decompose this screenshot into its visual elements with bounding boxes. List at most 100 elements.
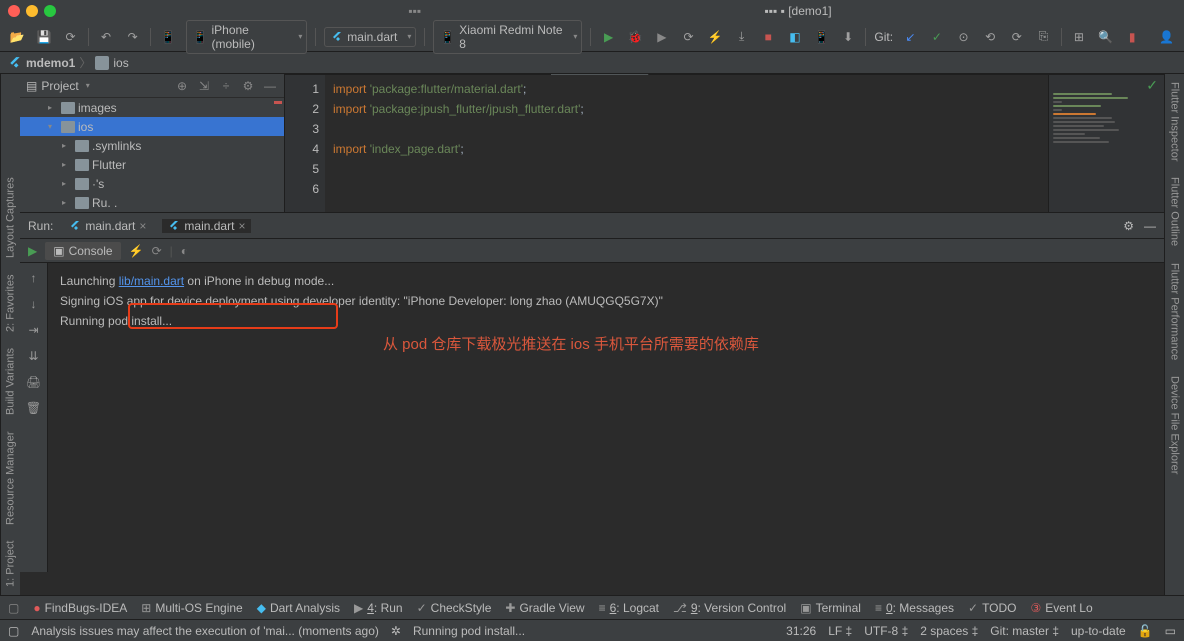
project-tree[interactable]: ▸images▾ios▸.symlinks▸Flutter▸·'s▸Ru. .▸… [20, 98, 284, 212]
device-select[interactable]: 📱iPhone (mobile) [186, 20, 308, 54]
trash-icon[interactable]: 🗑 [25, 399, 43, 417]
debug-icon[interactable]: 🐞 [626, 27, 645, 47]
git-update-icon[interactable]: ↙ [901, 27, 920, 47]
bottom-tab[interactable]: ✓CheckStyle [417, 601, 492, 615]
left-tab[interactable]: Layout Captures [3, 174, 19, 263]
git-commit-icon[interactable]: ✓ [928, 27, 947, 47]
run-tab-2[interactable]: main.dart× [162, 219, 251, 233]
stop-icon[interactable]: ■ [759, 27, 778, 47]
sync-icon[interactable]: ⟳ [61, 27, 80, 47]
console-output[interactable]: Launching lib/main.dart on iPhone in deb… [48, 263, 1164, 572]
git-branch[interactable]: Git: master ‡ [990, 624, 1059, 638]
minimize-window[interactable] [26, 5, 38, 17]
tree-item[interactable]: ▸.symlinks [20, 136, 284, 155]
wrap-icon[interactable]: ⇥ [25, 321, 43, 339]
bottom-left-icon[interactable]: ▢ [8, 601, 19, 615]
encoding[interactable]: UTF-8 ‡ [864, 624, 908, 638]
minimap[interactable]: ✓ [1048, 75, 1164, 212]
profile-icon[interactable]: ⟳ [679, 27, 698, 47]
run-icon[interactable]: ▶ [599, 27, 618, 47]
breadcrumb: mdemo1 〉 ios [0, 52, 1184, 74]
bottom-tab[interactable]: ●FindBugs-IDEA [33, 601, 127, 615]
collapse-icon[interactable]: ÷ [218, 78, 234, 94]
update-status[interactable]: up-to-date [1071, 624, 1126, 638]
run-config-select[interactable]: main.dart [324, 27, 416, 47]
device-select-2[interactable]: 📱Xiaomi Redmi Note 8 [433, 20, 582, 54]
git-revert-icon[interactable]: ⟳ [1007, 27, 1026, 47]
bottom-tab[interactable]: ≡6: Logcat [599, 601, 659, 615]
sdk-icon[interactable]: ⬇ [839, 27, 858, 47]
cursor-pos[interactable]: 31:26 [786, 624, 816, 638]
avatar-icon[interactable]: 👤 [1157, 27, 1176, 47]
main-area: 1: Project Resource Manager Build Variants… [0, 74, 1184, 595]
run-tab-1[interactable]: main.dart× [63, 219, 152, 233]
git-history-icon[interactable]: ⟲ [981, 27, 1000, 47]
bottom-tab[interactable]: ▣Terminal [800, 601, 861, 615]
redo-icon[interactable]: ↷ [123, 27, 142, 47]
scroll-icon[interactable]: ⇊ [25, 347, 43, 365]
indent[interactable]: 2 spaces ‡ [920, 624, 978, 638]
right-tab[interactable]: Flutter Performance [1167, 259, 1183, 364]
run-hide-icon[interactable]: — [1144, 219, 1156, 233]
breadcrumb-separator: 〉 [79, 54, 91, 71]
breadcrumb-project[interactable]: mdemo1 [8, 56, 75, 70]
tree-item[interactable]: ▸Ru. . [20, 193, 284, 212]
up-icon[interactable]: ↑ [25, 269, 43, 287]
devtools-btn-icon[interactable]: ◐ [181, 244, 188, 258]
left-tab[interactable]: Build Variants [3, 344, 19, 419]
restart-icon[interactable]: ⟳ [152, 244, 162, 258]
bottom-tab[interactable]: ✓TODO [968, 601, 1017, 615]
close-window[interactable] [8, 5, 20, 17]
devtools-icon[interactable]: ◧ [786, 27, 805, 47]
tree-item[interactable]: ▸Flutter [20, 155, 284, 174]
device-icon[interactable]: 📱 [159, 27, 178, 47]
status-end-icon[interactable]: ▭ [1165, 624, 1176, 638]
git-compare-icon[interactable]: ⊙ [954, 27, 973, 47]
settings-icon[interactable]: ⚙ [240, 78, 256, 94]
attach-icon[interactable]: ⤓ [732, 27, 751, 47]
tree-item[interactable]: ▸·'s [20, 174, 284, 193]
down-icon[interactable]: ↓ [25, 295, 43, 313]
file-link[interactable]: lib/main.dart [119, 274, 184, 288]
undo-icon[interactable]: ↶ [97, 27, 116, 47]
line-ending[interactable]: LF ‡ [828, 624, 852, 638]
avd-icon[interactable]: 📱 [812, 27, 831, 47]
code-area[interactable]: import 'package:flutter/material.dart';i… [325, 75, 1048, 212]
right-tab[interactable]: Device File Explorer [1167, 372, 1183, 478]
bottom-tab[interactable]: ▶4: Run [354, 601, 403, 615]
coverage-icon[interactable]: ▶ [653, 27, 672, 47]
maximize-window[interactable] [44, 5, 56, 17]
save-icon[interactable]: 💾 [35, 27, 54, 47]
rerun-icon[interactable]: ▶ [28, 244, 37, 258]
target-icon[interactable]: ⊕ [174, 78, 190, 94]
bottom-tab[interactable]: ⊞Multi-OS Engine [141, 601, 242, 615]
hide-icon[interactable]: — [262, 78, 278, 94]
status-square-icon[interactable]: ▢ [8, 624, 19, 638]
search-icon[interactable]: 🔍 [1096, 27, 1115, 47]
left-tab[interactable]: 2: Favorites [3, 270, 19, 335]
editor-tab-main[interactable]: main.dart× [551, 74, 649, 75]
bottom-tab[interactable]: ✚Gradle View [505, 601, 584, 615]
tree-item[interactable]: ▸images [20, 98, 284, 117]
bottom-tab[interactable]: ⎇9: Version Control [673, 601, 786, 615]
right-tab[interactable]: Flutter Outline [1167, 173, 1183, 250]
print-icon[interactable]: 🖨 [25, 373, 43, 391]
console-tab[interactable]: ▣Console [45, 242, 120, 260]
hot-reload-icon[interactable]: ⚡ [706, 27, 725, 47]
right-tab[interactable]: Flutter Inspector [1167, 78, 1183, 165]
git-branch-icon[interactable]: ⎘ [1034, 27, 1053, 47]
bottom-tab[interactable]: ≡0: Messages [875, 601, 954, 615]
open-icon[interactable]: 📂 [8, 27, 27, 47]
breadcrumb-folder[interactable]: ios [95, 56, 128, 70]
bottom-tab[interactable]: ◆Dart Analysis [257, 601, 340, 615]
tree-item[interactable]: ▾ios [20, 117, 284, 136]
expand-icon[interactable]: ⇲ [196, 78, 212, 94]
left-tab[interactable]: Resource Manager [3, 427, 19, 529]
red-icon[interactable]: ▮ [1123, 27, 1142, 47]
hot-reload-icon[interactable]: ⚡ [129, 244, 144, 258]
bottom-tab[interactable]: ③Event Lo [1031, 601, 1093, 615]
lock-icon[interactable]: 🔓 [1138, 624, 1153, 638]
structure-icon[interactable]: ⊞ [1070, 27, 1089, 47]
run-settings-icon[interactable]: ⚙ [1123, 219, 1134, 233]
left-tab[interactable]: 1: Project [3, 537, 19, 591]
